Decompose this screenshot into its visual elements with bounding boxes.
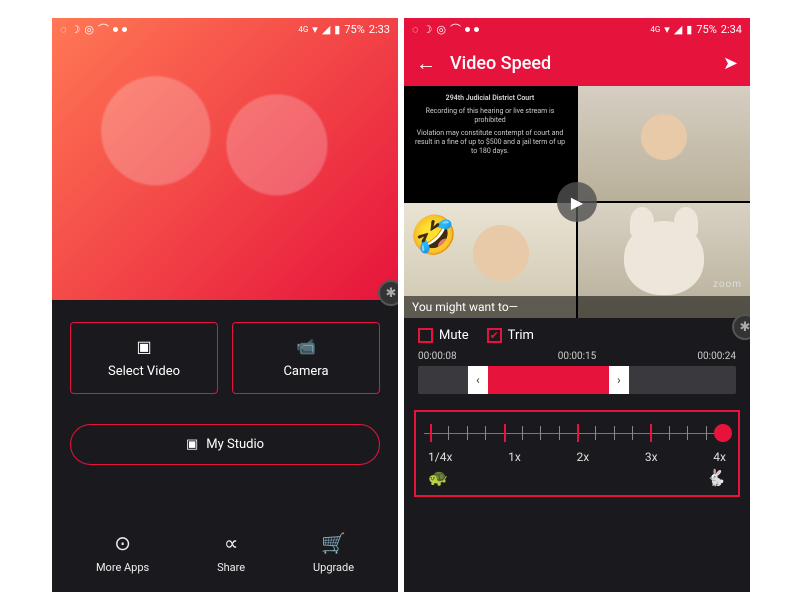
play-button[interactable]: ▶	[557, 182, 597, 222]
select-video-button[interactable]: ▣ Select Video	[70, 322, 218, 394]
video-speed-screen: ◌ ☽ ◎ ⌒ 4G ▾ ◢ ▮ 75% 2:34 ← Video Speed …	[404, 18, 750, 592]
network-label: 4G	[298, 25, 308, 34]
preview-cell-notice: 294th Judicial District Court Recording …	[404, 86, 576, 201]
notif-icon: ⌒	[450, 21, 461, 37]
nav-label: Share	[217, 561, 245, 574]
shutter-icon: ✱	[378, 280, 398, 306]
my-studio-button[interactable]: ▣ My Studio	[70, 424, 380, 465]
speed-option[interactable]: 1/4x	[428, 450, 452, 464]
status-bar: ◌ ☽ ◎ ⌒ 4G ▾ ◢ ▮ 75% 2:33	[52, 18, 398, 40]
speed-knob[interactable]	[714, 424, 732, 442]
my-studio-label: My Studio	[206, 437, 264, 452]
clock: 2:33	[369, 23, 390, 36]
clock: 2:34	[721, 23, 742, 36]
dot-icon	[122, 27, 127, 32]
signal-icon: ◢	[674, 23, 682, 36]
zoom-watermark: zoom	[713, 279, 742, 290]
notif-icon: ◌	[412, 23, 419, 36]
camera-label: Camera	[283, 364, 328, 379]
dot-icon	[474, 27, 479, 32]
title-bar: ← Video Speed ➤	[404, 40, 750, 86]
dot-icon	[465, 27, 470, 32]
nav-share[interactable]: ∝ Share	[217, 531, 245, 574]
notice-line: Violation may constitute contempt of cou…	[412, 129, 568, 156]
notif-icon: ⌒	[98, 21, 109, 37]
share-icon: ∝	[224, 531, 238, 555]
video-preview[interactable]: 294th Judicial District Court Recording …	[404, 86, 750, 318]
nav-more-apps[interactable]: ⊙ More Apps	[96, 531, 149, 574]
notif-icon: ◎	[436, 23, 446, 36]
studio-icon: ▣	[186, 437, 198, 452]
time-start: 00:00:08	[418, 351, 457, 362]
mute-checkbox[interactable]: Mute	[418, 328, 469, 343]
laughing-emoji-icon: 🤣	[410, 214, 457, 258]
speed-labels: 1/4x 1x 2x 3x 4x	[424, 450, 730, 464]
home-screen: ◌ ☽ ◎ ⌒ 4G ▾ ◢ ▮ 75% 2:33 ✱ ▣ S	[52, 18, 398, 592]
preview-cell-participant	[578, 86, 750, 201]
speed-selector: 1/4x 1x 2x 3x 4x 🐢 🐇	[414, 410, 740, 497]
trim-handle-right[interactable]: ›	[609, 366, 629, 394]
time-end: 00:00:24	[697, 351, 736, 362]
trim-checkbox[interactable]: ✔ Trim	[487, 328, 534, 343]
speed-option[interactable]: 1x	[508, 450, 521, 464]
notif-icon: ◎	[84, 23, 94, 36]
cart-icon: 🛒	[321, 531, 346, 555]
camera-icon: 📹	[296, 337, 316, 356]
nav-label: More Apps	[96, 561, 149, 574]
time-row: 00:00:08 00:00:15 00:00:24	[418, 351, 736, 362]
speed-ruler[interactable]	[424, 422, 730, 444]
trim-label: Trim	[508, 328, 534, 343]
speed-option[interactable]: 4x	[713, 450, 726, 464]
trim-handle-left[interactable]: ‹	[468, 366, 488, 394]
notif-icon: ◌	[60, 23, 67, 36]
battery-icon: ▮	[334, 23, 340, 36]
camera-button[interactable]: 📹 Camera	[232, 322, 380, 394]
notice-header: 294th Judicial District Court	[412, 94, 568, 103]
send-icon[interactable]: ➤	[723, 53, 738, 74]
trim-selection	[488, 366, 609, 394]
video-file-icon: ▣	[136, 337, 151, 356]
back-icon[interactable]: ←	[416, 51, 436, 76]
speed-option[interactable]: 2x	[576, 450, 589, 464]
network-label: 4G	[650, 25, 660, 34]
speed-option[interactable]: 3x	[645, 450, 658, 464]
bottom-nav: ⊙ More Apps ∝ Share 🛒 Upgrade	[52, 517, 398, 592]
wifi-icon: ▾	[664, 23, 670, 36]
nav-label: Upgrade	[313, 561, 354, 574]
battery-pct: 75%	[696, 23, 716, 36]
select-video-label: Select Video	[108, 364, 180, 379]
checkbox-icon	[418, 328, 433, 343]
video-caption: You might want to—	[404, 296, 750, 318]
page-title: Video Speed	[450, 53, 709, 74]
trim-slider[interactable]: ‹ ›	[418, 366, 736, 394]
moon-icon: ☽	[71, 23, 81, 36]
rabbit-icon: 🐇	[706, 468, 726, 487]
time-mid: 00:00:15	[558, 351, 597, 362]
notice-line: Recording of this hearing or live stream…	[412, 107, 568, 125]
checkbox-checked-icon: ✔	[487, 328, 502, 343]
hero-image: ✱	[52, 18, 398, 300]
battery-pct: 75%	[344, 23, 364, 36]
cat-filter-icon	[624, 221, 704, 295]
signal-icon: ◢	[322, 23, 330, 36]
battery-icon: ▮	[686, 23, 692, 36]
turtle-icon: 🐢	[428, 468, 448, 487]
mute-label: Mute	[439, 328, 469, 343]
more-icon: ⊙	[114, 531, 131, 555]
wifi-icon: ▾	[312, 23, 318, 36]
nav-upgrade[interactable]: 🛒 Upgrade	[313, 531, 354, 574]
status-bar: ◌ ☽ ◎ ⌒ 4G ▾ ◢ ▮ 75% 2:34	[404, 18, 750, 40]
moon-icon: ☽	[423, 23, 433, 36]
dot-icon	[113, 27, 118, 32]
